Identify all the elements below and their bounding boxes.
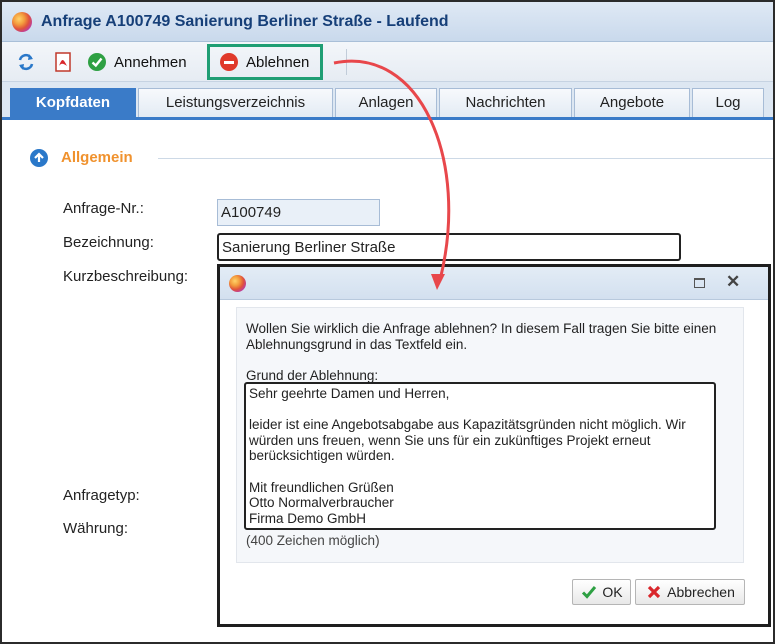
reject-button-highlight	[207, 44, 323, 80]
tab-nachrichten[interactable]: Nachrichten	[439, 88, 572, 117]
tab-angebote[interactable]: Angebote	[574, 88, 690, 117]
bezeichnung-input[interactable]: Sanierung Berliner Straße	[217, 233, 681, 261]
tab-anlagen[interactable]: Anlagen	[335, 88, 437, 117]
dialog-body: Wollen Sie wirklich die Anfrage ablehnen…	[236, 307, 744, 563]
close-icon[interactable]: ✕	[726, 272, 740, 292]
pdf-icon[interactable]	[53, 52, 73, 72]
check-icon	[582, 586, 597, 599]
toolbar: Annehmen Ablehnen	[2, 42, 773, 82]
anfrage-nr-field: A100749	[217, 199, 380, 226]
collapse-up-icon[interactable]	[30, 149, 48, 167]
reason-textarea[interactable]: Sehr geehrte Damen und Herren, leider is…	[244, 382, 716, 530]
app-logo-icon	[12, 12, 32, 32]
window-title: Anfrage A100749 Sanierung Berliner Straß…	[41, 13, 449, 30]
tab-log[interactable]: Log	[692, 88, 764, 117]
anfrage-nr-label: Anfrage-Nr.:	[63, 200, 144, 217]
bezeichnung-label: Bezeichnung:	[63, 234, 154, 251]
reason-label: Grund der Ablehnung:	[246, 368, 379, 383]
accept-button[interactable]: Annehmen	[88, 48, 187, 76]
app-logo-icon	[229, 275, 246, 292]
tab-bar: Kopfdaten Leistungsverzeichnis Anlagen N…	[2, 82, 773, 120]
kurzbeschreibung-label: Kurzbeschreibung:	[63, 268, 189, 285]
char-limit-hint: (400 Zeichen möglich)	[246, 533, 380, 548]
refresh-icon[interactable]	[16, 52, 36, 72]
reject-dialog: ✕ Wollen Sie wirklich die Anfrage ablehn…	[217, 264, 771, 627]
cancel-label: Abbrechen	[667, 584, 735, 600]
accept-label: Annehmen	[114, 53, 187, 71]
dialog-message: Wollen Sie wirklich die Anfrage ablehnen…	[246, 321, 717, 352]
tab-leistungsverzeichnis[interactable]: Leistungsverzeichnis	[138, 88, 333, 117]
dialog-header: ✕	[220, 267, 768, 300]
cross-icon	[648, 585, 661, 599]
ok-label: OK	[602, 584, 623, 600]
toolbar-divider	[346, 49, 347, 75]
waehrung-label: Währung:	[63, 520, 129, 537]
cancel-button[interactable]: Abbrechen	[635, 579, 745, 605]
tab-kopfdaten[interactable]: Kopfdaten	[10, 88, 136, 117]
maximize-icon[interactable]	[694, 278, 705, 288]
section-divider	[158, 158, 773, 159]
section-title: Allgemein	[61, 149, 133, 166]
title-bar: Anfrage A100749 Sanierung Berliner Straß…	[2, 2, 773, 42]
check-icon	[88, 53, 106, 71]
anfragetyp-label: Anfragetyp:	[63, 487, 140, 504]
ok-button[interactable]: OK	[572, 579, 631, 605]
